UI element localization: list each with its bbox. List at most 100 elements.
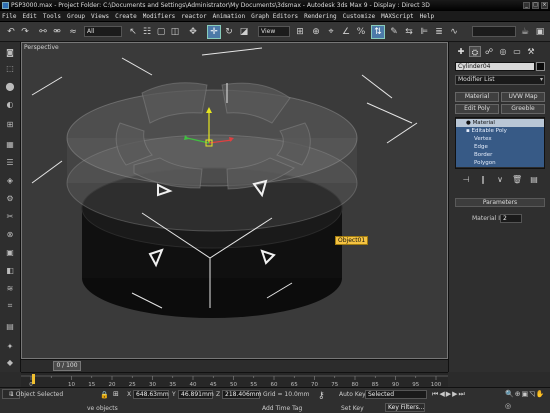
y-coordinate-field[interactable]: 46.891mm — [178, 390, 214, 399]
select-object-icon[interactable]: ↖ — [126, 25, 140, 39]
set-key-button[interactable]: Set Key — [341, 405, 364, 412]
time-slider-track[interactable] — [21, 359, 448, 372]
menu-animation[interactable]: Animation — [213, 13, 246, 20]
motion-tab-icon[interactable]: ◎ — [497, 46, 509, 57]
align-icon[interactable]: ⊫ — [417, 25, 431, 39]
auto-key-button[interactable]: Auto Key — [339, 391, 366, 398]
field-of-view-icon[interactable]: ◹ — [529, 390, 534, 401]
tool-icon-6[interactable]: ▦ — [4, 138, 16, 150]
redo-icon[interactable]: ↷ — [18, 25, 32, 39]
minimize-icon[interactable]: _ — [523, 2, 530, 9]
stack-item-edge[interactable]: Edge — [456, 143, 544, 151]
select-and-scale-icon[interactable]: ◪ — [237, 25, 251, 39]
curve-editor-icon[interactable]: ∿ — [447, 25, 461, 39]
menu-customize[interactable]: Customize — [343, 13, 376, 20]
object-name-field[interactable]: Cylinder04 — [455, 62, 535, 71]
tool-icon-5[interactable]: ⊞ — [4, 118, 16, 130]
stack-item-editable-poly[interactable]: ▪ Editable Poly — [456, 127, 544, 135]
stack-item-vertex[interactable]: Vertex — [456, 135, 544, 143]
tool-icon-13[interactable]: ◧ — [4, 264, 16, 276]
go-to-start-icon[interactable]: ⏮ — [432, 390, 438, 412]
close-icon[interactable]: × — [541, 2, 548, 9]
tool-icon-16[interactable]: ▤ — [4, 320, 16, 332]
bind-spacewarp-icon[interactable]: ≈ — [66, 25, 80, 39]
tool-icon-7[interactable]: ☰ — [4, 156, 16, 168]
select-manipulate-icon[interactable]: ⊕ — [309, 25, 323, 39]
add-time-tag-button[interactable]: Add Time Tag — [262, 405, 302, 412]
angle-snap-icon[interactable]: ∠ — [339, 25, 353, 39]
viewport-scene[interactable] — [22, 43, 448, 359]
zoom-extents-icon[interactable]: ▣ — [522, 390, 529, 401]
select-by-name-icon[interactable]: ☷ — [140, 25, 154, 39]
absolute-mode-icon[interactable]: ⊞ — [113, 390, 125, 400]
play-icon[interactable]: ▶ — [446, 390, 451, 412]
snap-toggle-icon[interactable]: ⌖ — [324, 25, 338, 39]
greeble-button[interactable]: Greeble — [501, 104, 545, 114]
select-and-move-active-icon[interactable]: ✛ — [207, 25, 221, 39]
pan-icon[interactable]: ✋ — [536, 390, 545, 401]
modifier-list-dropdown[interactable]: Modifier List ▾ — [455, 75, 545, 85]
undo-icon[interactable]: ↶ — [4, 25, 18, 39]
tool-icon-8[interactable]: ◈ — [4, 174, 16, 186]
link-icon[interactable]: ⚯ — [36, 25, 50, 39]
menu-graph-editors[interactable]: Graph Editors — [251, 13, 298, 20]
tool-icon-14[interactable]: ≋ — [4, 282, 16, 294]
menu-rendering[interactable]: Rendering — [304, 13, 337, 20]
menu-edit[interactable]: Edit — [22, 13, 36, 20]
layer-manager-icon[interactable]: ≣ — [432, 25, 446, 39]
remove-modifier-icon[interactable]: 🗑 — [512, 175, 522, 185]
uvw-map-button[interactable]: UVW Map — [501, 92, 545, 102]
orbit-icon[interactable]: ◎ — [505, 402, 511, 413]
material-button[interactable]: Material — [455, 92, 499, 102]
object-color-swatch[interactable] — [536, 62, 545, 71]
modifier-stack[interactable]: ● Material ▪ Editable Poly Vertex Edge B… — [455, 117, 545, 169]
tool-icon-17[interactable]: ✦ — [4, 340, 16, 352]
key-mode-dropdown[interactable]: Selected — [365, 390, 427, 399]
configure-sets-icon[interactable]: ▤ — [529, 175, 539, 185]
track-bar[interactable]: 0 10 15 20 25 30 35 40 45 50 55 60 65 70 75 80 85 90 95 100 — [21, 372, 448, 388]
stack-item-border[interactable]: Border — [456, 151, 544, 159]
window-crossing-icon[interactable]: ◫ — [168, 25, 182, 39]
selection-filter-dropdown[interactable]: All — [84, 26, 122, 37]
tool-icon-9[interactable]: ⚙ — [4, 192, 16, 204]
menu-create[interactable]: Create — [115, 13, 137, 20]
perspective-viewport[interactable] — [21, 42, 448, 359]
display-tab-icon[interactable]: ▭ — [511, 46, 523, 57]
unlink-icon[interactable]: ⚮ — [50, 25, 64, 39]
menu-file[interactable]: File — [2, 13, 16, 20]
mirror-icon[interactable]: ⇆ — [402, 25, 416, 39]
tool-icon-10[interactable]: ✂ — [4, 210, 16, 222]
time-slider-thumb[interactable]: 0 / 100 — [53, 361, 81, 371]
next-frame-icon[interactable]: ▶ — [452, 390, 457, 412]
make-unique-icon[interactable]: ∨ — [495, 175, 505, 185]
viewport-label[interactable]: Perspective — [24, 44, 59, 51]
menu-modifiers[interactable]: Modifiers — [143, 13, 176, 20]
tool-icon-1[interactable]: ◙ — [4, 46, 16, 58]
quick-render-icon[interactable]: ▣ — [533, 25, 547, 39]
named-selection-set-dropdown[interactable] — [472, 26, 516, 37]
select-and-rotate-icon[interactable]: ↻ — [222, 25, 236, 39]
reference-coordinate-dropdown[interactable]: View — [258, 26, 290, 37]
lock-icon[interactable]: 🔒 — [100, 391, 109, 399]
pivot-center-icon[interactable]: ⊞ — [293, 25, 307, 39]
percent-snap-icon[interactable]: % — [354, 25, 368, 39]
parameters-rollout-header[interactable]: Parameters — [455, 198, 545, 207]
tool-icon-18[interactable]: ◆ — [4, 356, 16, 368]
modify-tab-icon[interactable]: ⛭ — [469, 46, 481, 57]
tool-icon-3[interactable]: ⬤ — [4, 80, 16, 92]
hierarchy-tab-icon[interactable]: ☍ — [483, 46, 495, 57]
menu-reactor[interactable]: reactor — [181, 13, 206, 20]
select-and-move-icon[interactable]: ✥ — [186, 25, 200, 39]
z-coordinate-field[interactable]: 218.406mm — [222, 390, 262, 399]
key-filters-button[interactable]: Key Filters... — [385, 403, 425, 412]
rectangular-selection-icon[interactable]: ▢ — [154, 25, 168, 39]
tool-icon-12[interactable]: ▣ — [4, 246, 16, 258]
show-end-result-icon[interactable]: ∥ — [478, 175, 488, 185]
tool-icon-4[interactable]: ◐ — [4, 98, 16, 110]
edit-poly-button[interactable]: Edit Poly — [455, 104, 499, 114]
stack-item-polygon[interactable]: Polygon — [456, 159, 544, 167]
menu-views[interactable]: Views — [91, 13, 109, 20]
tool-icon-11[interactable]: ⊗ — [4, 228, 16, 240]
utilities-tab-icon[interactable]: ⚒ — [525, 46, 537, 57]
go-to-end-icon[interactable]: ⏭ — [458, 390, 464, 412]
